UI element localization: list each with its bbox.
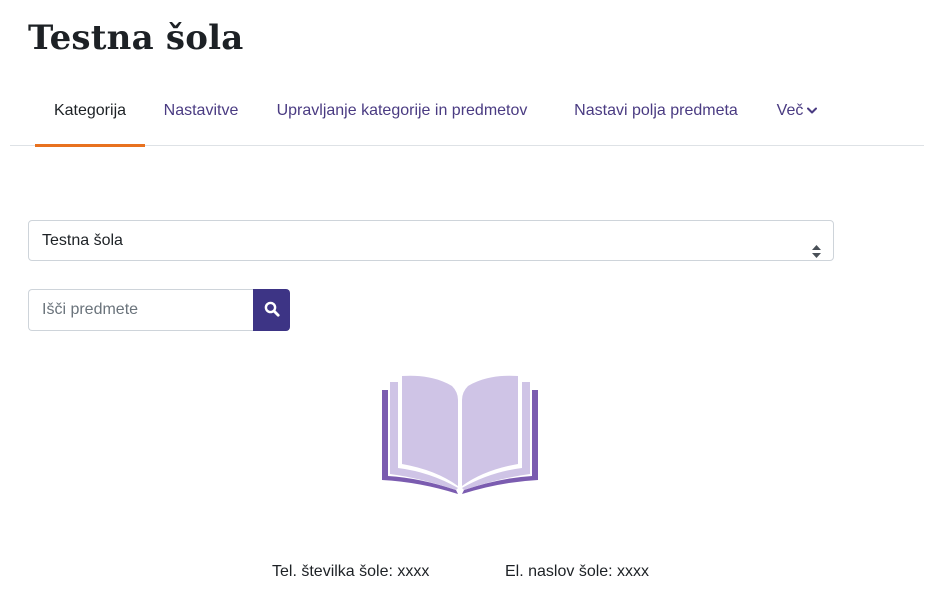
secondary-navigation: Kategorija Nastavitve Upravljanje katego… xyxy=(10,80,924,147)
tab-kategorija[interactable]: Kategorija xyxy=(35,80,145,147)
search-icon xyxy=(264,301,280,320)
category-select[interactable]: Testna šola xyxy=(28,220,834,261)
chevron-down-icon xyxy=(807,79,818,141)
sort-arrows-icon xyxy=(812,234,821,258)
tab-nastavitve[interactable]: Nastavitve xyxy=(157,80,245,146)
tab-label: Upravljanje kategorije in predmetov xyxy=(276,102,528,119)
tab-nastavi-polja-predmeta[interactable]: Nastavi polja predmeta xyxy=(566,80,746,146)
page-title: Testna šola xyxy=(28,18,244,58)
tab-label: Kategorija xyxy=(53,102,127,119)
school-phone: Tel. številka šole: xxxx xyxy=(272,563,430,580)
page: Testna šola Kategorija Nastavitve Upravl… xyxy=(0,0,939,613)
tab-label: Nastavitve xyxy=(163,102,239,119)
tab-label: Nastavi polja predmeta xyxy=(574,102,738,119)
tab-label: Več xyxy=(776,102,804,120)
category-select-value: Testna šola xyxy=(42,232,123,249)
search-input[interactable] xyxy=(28,289,254,331)
open-book-icon xyxy=(380,374,540,496)
tab-upravljanje-kategorije[interactable]: Upravljanje kategorije in predmetov xyxy=(267,80,537,146)
school-email: El. naslov šole: xxxx xyxy=(505,563,650,580)
tab-vec-dropdown[interactable]: Več xyxy=(772,80,822,146)
search-button[interactable] xyxy=(253,289,290,331)
course-search xyxy=(28,289,290,331)
